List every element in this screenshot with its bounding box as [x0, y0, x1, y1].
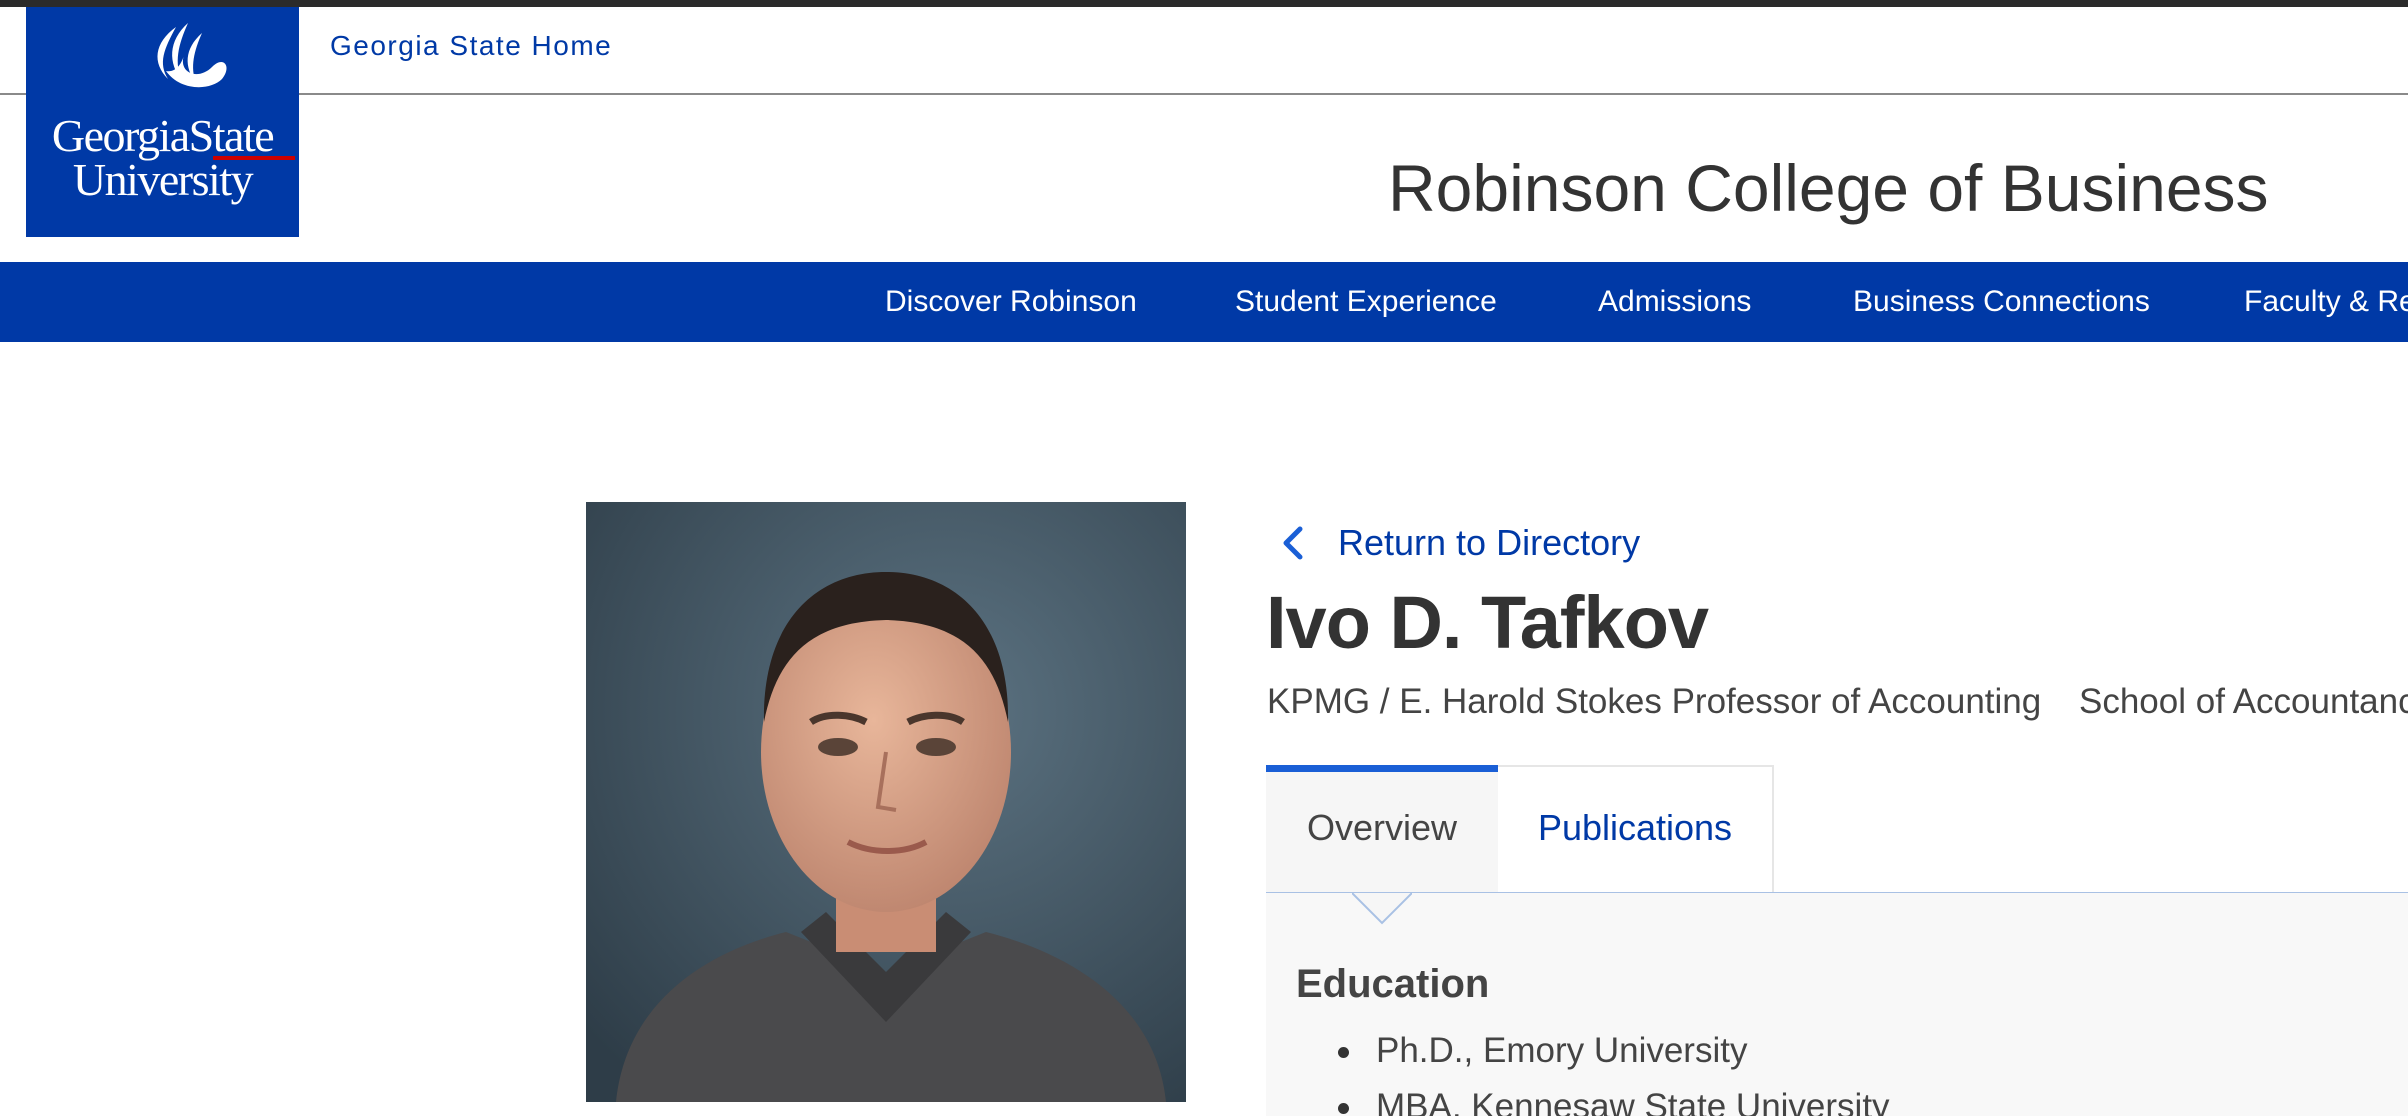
education-list: Ph.D., Emory University MBA, Kennesaw St… [1338, 1026, 1890, 1116]
education-item: Ph.D., Emory University [1338, 1026, 1890, 1082]
gsu-logo[interactable]: GeorgiaState University [26, 7, 299, 237]
return-to-directory-link[interactable]: Return to Directory [1276, 515, 1640, 571]
nav-discover-robinson[interactable]: Discover Robinson [885, 262, 1137, 342]
return-to-directory-label: Return to Directory [1338, 522, 1641, 563]
nav-business-connections[interactable]: Business Connections [1853, 262, 2150, 342]
header-divider [0, 93, 2408, 95]
person-department: School of Accountancy [2078, 682, 2408, 721]
college-title[interactable]: Robinson College of Business [1388, 150, 2269, 226]
georgia-state-home-link[interactable]: Georgia State Home [330, 30, 612, 62]
chevron-left-icon [1283, 526, 1303, 560]
main-nav: Discover Robinson Student Experience Adm… [0, 262, 2408, 342]
tab-publications[interactable]: Publications [1498, 765, 1774, 893]
person-name: Ivo D. Tafkov [1266, 581, 1709, 664]
logo-wordmark-line2: University [72, 154, 254, 205]
tab-overview-label: Overview [1306, 807, 1458, 848]
top-border [0, 0, 2408, 7]
logo-wordmark-line1: GeorgiaState [51, 110, 275, 161]
person-position: KPMG / E. Harold Stokes Professor of Acc… [1267, 682, 2042, 721]
active-tab-pointer-icon [1352, 892, 1412, 925]
nav-faculty-research[interactable]: Faculty & Re [2244, 262, 2408, 342]
tab-overview[interactable]: Overview [1266, 765, 1498, 893]
nav-student-experience[interactable]: Student Experience [1235, 262, 1497, 342]
education-item: MBA, Kennesaw State University [1338, 1082, 1890, 1116]
education-heading: Education [1296, 962, 1490, 1006]
tab-publications-label: Publications [1537, 807, 1733, 848]
flame-icon [157, 23, 227, 88]
person-title-line: KPMG / E. Harold Stokes Professor of Acc… [1267, 682, 2408, 722]
profile-tabs: Overview Publications [1266, 765, 2408, 894]
nav-admissions[interactable]: Admissions [1598, 262, 1751, 342]
profile-photo [586, 502, 1186, 1102]
